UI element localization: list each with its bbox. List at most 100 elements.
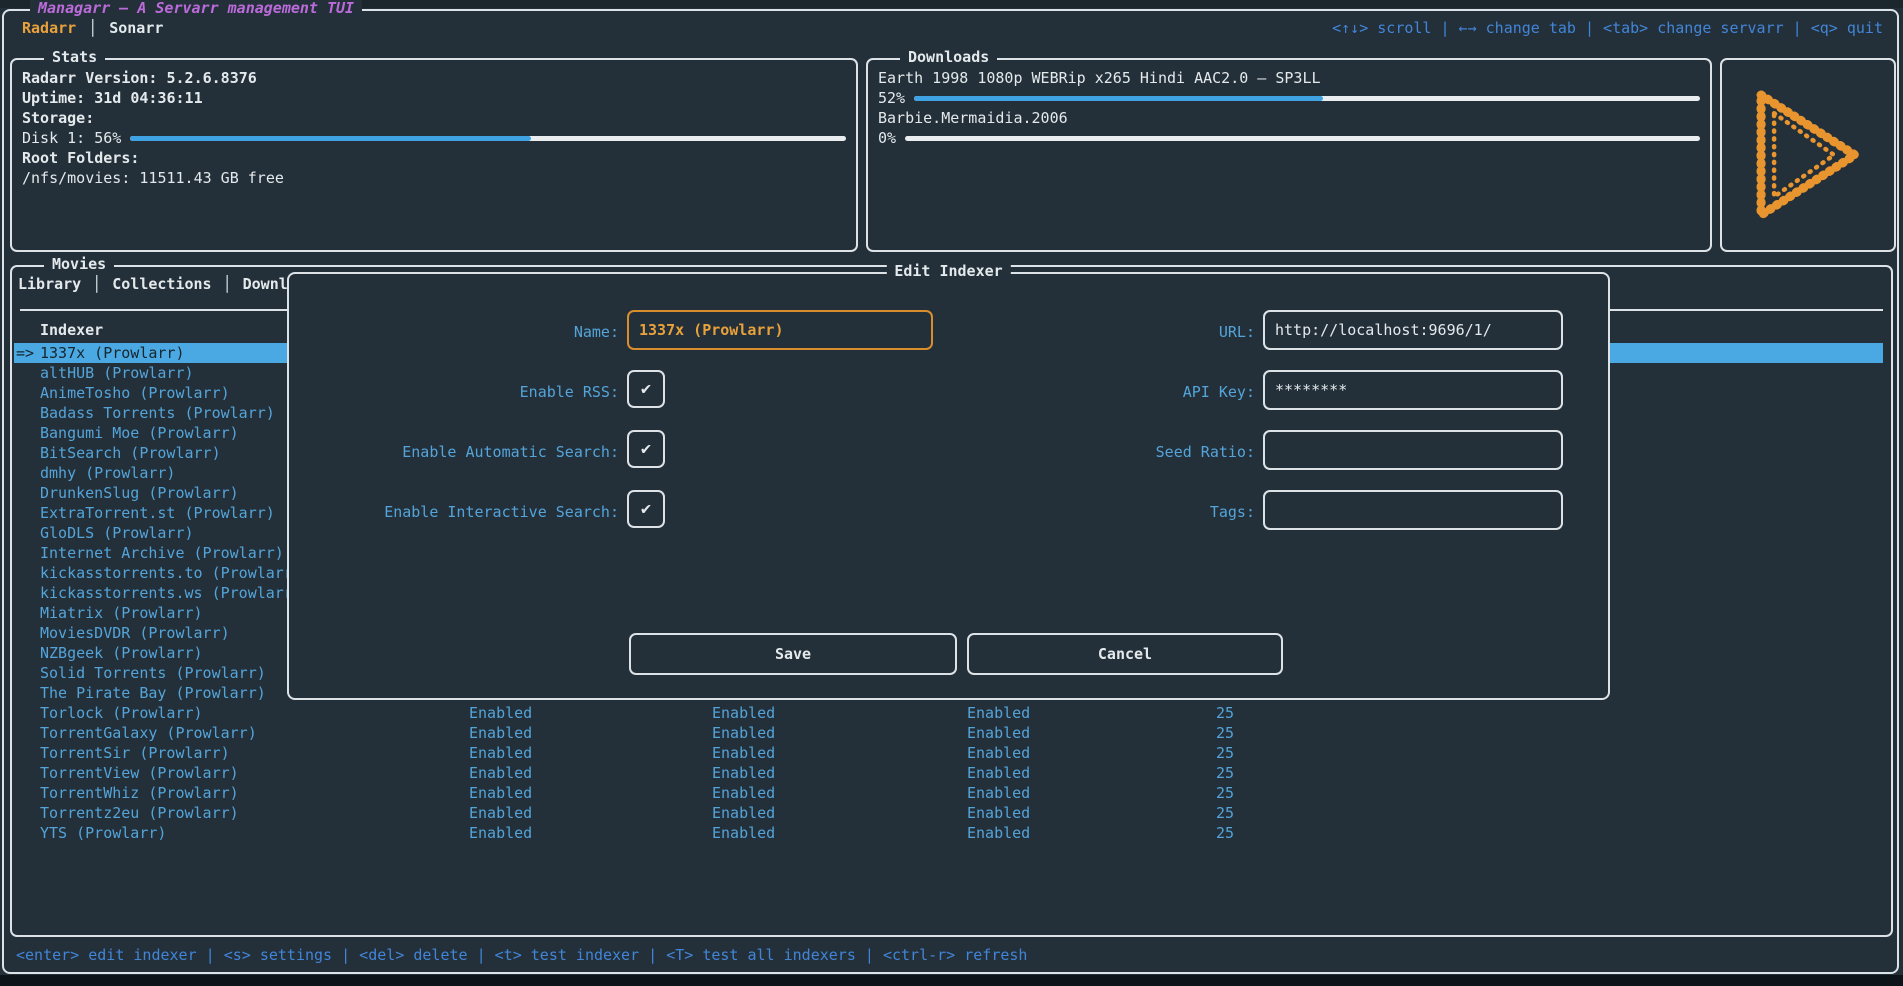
enable-rss-label: Enable RSS:: [289, 382, 619, 402]
enable-interactive-search-cell: Enabled: [967, 803, 1030, 823]
enable-automatic-search-label: Enable Automatic Search:: [289, 442, 619, 462]
enable-automatic-search-cell: Enabled: [712, 743, 775, 763]
priority-cell: 25: [1174, 803, 1234, 823]
download-item-name: Barbie.Mermaidia.2006: [878, 108, 1700, 128]
tags-label: Tags:: [919, 502, 1255, 522]
indexer-name-cell: Badass Torrents (Prowlarr): [40, 403, 275, 423]
disk-usage-label: Disk 1: 56%: [22, 128, 121, 148]
root-folder-line: /nfs/movies: 11511.43 GB free: [22, 168, 846, 188]
indexer-name-cell: Torrentz2eu (Prowlarr): [40, 803, 239, 823]
indexer-name-cell: TorrentWhiz (Prowlarr): [40, 783, 239, 803]
tags-input[interactable]: [1263, 490, 1563, 530]
tab-library[interactable]: Library: [18, 275, 81, 293]
enable-automatic-search-cell: Enabled: [712, 803, 775, 823]
enable-rss-cell: Enabled: [469, 763, 532, 783]
enable-automatic-search-cell: Enabled: [712, 783, 775, 803]
tab-separator: │: [212, 275, 243, 293]
keybinding-hints-bottom: <enter> edit indexer | <s> settings | <d…: [16, 946, 1027, 964]
indexer-name-cell: 1337x (Prowlarr): [40, 343, 185, 363]
indexer-name-cell: DrunkenSlug (Prowlarr): [40, 483, 239, 503]
enable-rss-cell: Enabled: [469, 823, 532, 843]
enable-automatic-search-cell: Enabled: [712, 823, 775, 843]
movies-panel-title: Movies: [44, 255, 114, 273]
indexer-name-cell: Bangumi Moe (Prowlarr): [40, 423, 239, 443]
enable-interactive-search-cell: Enabled: [967, 763, 1030, 783]
uptime-line: Uptime: 31d 04:36:11: [22, 88, 846, 108]
enable-rss-cell: Enabled: [469, 783, 532, 803]
seed-ratio-input[interactable]: [1263, 430, 1563, 470]
stats-panel-title: Stats: [44, 48, 105, 66]
edit-indexer-modal: Edit Indexer Name: 1337x (Prowlarr) Enab…: [287, 272, 1610, 700]
app-title: Managarr – A Servarr management TUI: [30, 0, 362, 17]
download-progressbar: [914, 96, 1700, 101]
stats-panel: Stats Radarr Version: 5.2.6.8376 Uptime:…: [10, 58, 858, 252]
enable-rss-cell: Enabled: [469, 743, 532, 763]
enable-automatic-search-cell: Enabled: [712, 703, 775, 723]
indexer-name-cell: The Pirate Bay (Prowlarr): [40, 683, 266, 703]
indexer-name-cell: Solid Torrents (Prowlarr): [40, 663, 266, 683]
modal-title: Edit Indexer: [886, 262, 1010, 280]
indexer-name-cell: TorrentGalaxy (Prowlarr): [40, 723, 257, 743]
indexer-row[interactable]: TorrentView (Prowlarr) Enabled Enabled Enab…: [14, 763, 1883, 783]
indexer-name-cell: BitSearch (Prowlarr): [40, 443, 221, 463]
download-progressbar: [905, 136, 1700, 141]
enable-interactive-search-cell: Enabled: [967, 723, 1030, 743]
row-selected-prefix: =>: [16, 343, 40, 363]
keybinding-hints-top: <↑↓> scroll | ←→ change tab | <tab> chan…: [1332, 19, 1883, 37]
enable-interactive-search-label: Enable Interactive Search:: [289, 502, 619, 522]
indexer-name-cell: Miatrix (Prowlarr): [40, 603, 203, 623]
enable-interactive-search-cell: Enabled: [967, 703, 1030, 723]
name-label: Name:: [289, 322, 619, 342]
indexer-name-cell: Torlock (Prowlarr): [40, 703, 203, 723]
download-item-percent: 52%: [878, 88, 905, 108]
indexer-name-cell: kickasstorrents.ws (Prowlarr): [40, 583, 302, 603]
indexer-row[interactable]: YTS (Prowlarr) Enabled Enabled Enabled 25: [14, 823, 1883, 843]
url-input[interactable]: http://localhost:9696/1/: [1263, 310, 1563, 350]
indexer-row[interactable]: TorrentWhiz (Prowlarr)EnabledEnabledEnab…: [14, 783, 1883, 803]
enable-interactive-search-cell: Enabled: [967, 823, 1030, 843]
movies-tab-bar: Library │ Collections │ Downlo: [18, 275, 297, 293]
enable-rss-cell: Enabled: [469, 703, 532, 723]
indexer-name-cell: ExtraTorrent.st (Prowlarr): [40, 503, 275, 523]
tab-collections[interactable]: Collections: [112, 275, 211, 293]
indexer-row[interactable]: Torlock (Prowlarr) Enabled Enabled Enabled 2…: [14, 703, 1883, 723]
indexer-name-cell: YTS (Prowlarr): [40, 823, 166, 843]
priority-cell: 25: [1174, 763, 1234, 783]
indexer-row[interactable]: TorrentGalaxy (Prowlarr) Enabled Enabled En…: [14, 723, 1883, 743]
name-input[interactable]: 1337x (Prowlarr): [627, 310, 933, 350]
downloads-panel-title: Downloads: [900, 48, 997, 66]
enable-automatic-search-checkbox[interactable]: ✔: [627, 430, 665, 468]
root-folders-label: Root Folders:: [22, 148, 846, 168]
tab-sonarr[interactable]: Sonarr: [103, 19, 169, 37]
enable-automatic-search-cell: Enabled: [712, 723, 775, 743]
priority-cell: 25: [1174, 703, 1234, 723]
enable-rss-cell: Enabled: [469, 723, 532, 743]
indexer-row[interactable]: Torrentz2eu (Prowlarr)EnabledEnabledEnab…: [14, 803, 1883, 823]
downloads-panel: Downloads Earth 1998 1080p WEBRip x265 H…: [866, 58, 1712, 252]
url-label: URL:: [919, 322, 1255, 342]
api-key-input[interactable]: ********: [1263, 370, 1563, 410]
indexer-column-header: Indexer: [40, 321, 103, 339]
play-button-dot-matrix-logo: [1742, 82, 1874, 228]
cancel-button[interactable]: Cancel: [967, 633, 1283, 675]
servarr-tab-bar: Radarr │ Sonarr: [16, 19, 169, 37]
indexer-name-cell: MoviesDVDR (Prowlarr): [40, 623, 230, 643]
indexer-name-cell: altHUB (Prowlarr): [40, 363, 194, 383]
enable-automatic-search-cell: Enabled: [712, 763, 775, 783]
tab-radarr[interactable]: Radarr: [16, 19, 82, 37]
priority-cell: 25: [1174, 823, 1234, 843]
indexer-name-cell: TorrentView (Prowlarr): [40, 763, 239, 783]
logo-panel: [1720, 58, 1896, 252]
enable-rss-checkbox[interactable]: ✔: [627, 370, 665, 408]
save-button[interactable]: Save: [629, 633, 957, 675]
priority-cell: 25: [1174, 783, 1234, 803]
enable-interactive-search-cell: Enabled: [967, 743, 1030, 763]
tab-separator: │: [82, 19, 103, 37]
priority-cell: 25: [1174, 723, 1234, 743]
taskbar-strip: [0, 975, 1903, 986]
radarr-version-line: Radarr Version: 5.2.6.8376: [22, 68, 846, 88]
download-item-percent: 0%: [878, 128, 896, 148]
storage-label: Storage:: [22, 108, 846, 128]
indexer-row[interactable]: TorrentSir (Prowlarr)EnabledEnabledEnabl…: [14, 743, 1883, 763]
enable-interactive-search-checkbox[interactable]: ✔: [627, 490, 665, 528]
